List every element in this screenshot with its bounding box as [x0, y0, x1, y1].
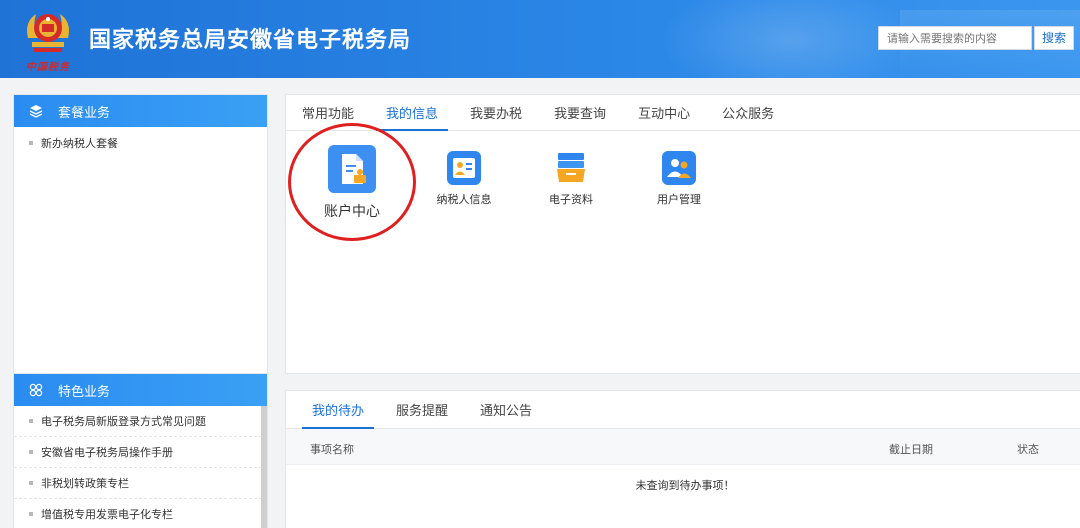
package-services-title: 套餐业务: [58, 105, 111, 121]
bullet-icon: [29, 419, 33, 423]
sidebar-item-login-faq[interactable]: 电子税务局新版登录方式常见问题: [14, 406, 267, 437]
todo-tabs: 我的待办 服务提醒 通知公告: [286, 391, 1080, 429]
app-label: 电子资料: [549, 193, 593, 206]
bullet-icon: [29, 450, 33, 454]
search-button[interactable]: 搜索: [1034, 26, 1074, 50]
app-user-management[interactable]: 用户管理: [648, 151, 710, 207]
tab-service-reminders[interactable]: 服务提醒: [396, 391, 448, 428]
featured-services-panel: 特色业务 电子税务局新版登录方式常见问题 安徽省电子税务局操作手册 非税划转政策…: [13, 373, 268, 528]
featured-services-header[interactable]: 特色业务: [14, 374, 267, 406]
empty-todo-message: 未查询到待办事项！: [635, 479, 735, 492]
sidebar-item-label: 增值税专用发票电子化专栏: [41, 508, 173, 521]
tax-emblem-icon: [27, 14, 69, 52]
bullet-icon: [29, 512, 33, 516]
sidebar-item-vat-e-invoice[interactable]: 增值税专用发票电子化专栏: [14, 499, 267, 528]
main-tabs: 常用功能 我的信息 我要办税 我要查询 互动中心 公众服务: [286, 95, 1080, 131]
sidebar-item-label: 安徽省电子税务局操作手册: [41, 446, 173, 459]
package-services-panel: 套餐业务 新办纳税人套餐: [13, 94, 268, 374]
todo-table-header: 事项名称 截止日期 状态: [286, 429, 1080, 465]
tab-announcements[interactable]: 通知公告: [480, 391, 532, 428]
column-item-name: 事项名称: [310, 443, 354, 456]
tab-public-services[interactable]: 公众服务: [722, 95, 774, 130]
layers-icon: [29, 105, 43, 118]
sidebar-item-new-taxpayer-package[interactable]: 新办纳税人套餐: [14, 127, 267, 158]
sidebar-item-label: 电子税务局新版登录方式常见问题: [41, 415, 206, 428]
app-electronic-documents[interactable]: 电子资料: [540, 151, 602, 207]
service-panel: 常用功能 我的信息 我要办税 我要查询 互动中心 公众服务 账户中心 纳税人信息…: [285, 94, 1080, 374]
tab-my-info[interactable]: 我的信息: [376, 95, 449, 131]
tab-tax-handling[interactable]: 我要办税: [470, 95, 522, 130]
featured-services-title: 特色业务: [58, 384, 111, 400]
column-status: 状态: [1017, 443, 1039, 456]
bullet-icon: [29, 140, 33, 145]
search-input[interactable]: [878, 26, 1032, 50]
app-label: 纳税人信息: [436, 193, 492, 206]
grid-icon: [29, 383, 43, 397]
tab-my-todo[interactable]: 我的待办: [301, 391, 375, 429]
bullet-icon: [29, 481, 33, 485]
id-card-icon: [447, 151, 481, 185]
sidebar-item-label: 非税划转政策专栏: [41, 477, 129, 490]
package-services-header[interactable]: 套餐业务: [14, 95, 267, 127]
folder-stack-icon: [554, 151, 588, 185]
site-header: 中国税务 国家税务总局安徽省电子税务局 搜索: [0, 0, 1080, 78]
sidebar-scrollbar[interactable]: [261, 406, 267, 528]
column-deadline: 截止日期: [889, 443, 933, 456]
emblem-caption: 中国税务: [26, 62, 70, 73]
app-label: 用户管理: [657, 193, 701, 206]
users-icon: [662, 151, 696, 185]
todo-panel: 我的待办 服务提醒 通知公告 事项名称 截止日期 状态 未查询到待办事项！: [285, 390, 1080, 528]
app-taxpayer-info[interactable]: 纳税人信息: [431, 151, 497, 207]
tab-query[interactable]: 我要查询: [554, 95, 606, 130]
sidebar-item-non-tax-policy[interactable]: 非税划转政策专栏: [14, 468, 267, 499]
sidebar-item-operation-manual[interactable]: 安徽省电子税务局操作手册: [14, 437, 267, 468]
annotation-circle: [288, 123, 416, 241]
sidebar-item-label: 新办纳税人套餐: [41, 136, 118, 150]
site-title: 国家税务总局安徽省电子税务局: [89, 28, 412, 53]
tab-interaction-center[interactable]: 互动中心: [638, 95, 690, 130]
